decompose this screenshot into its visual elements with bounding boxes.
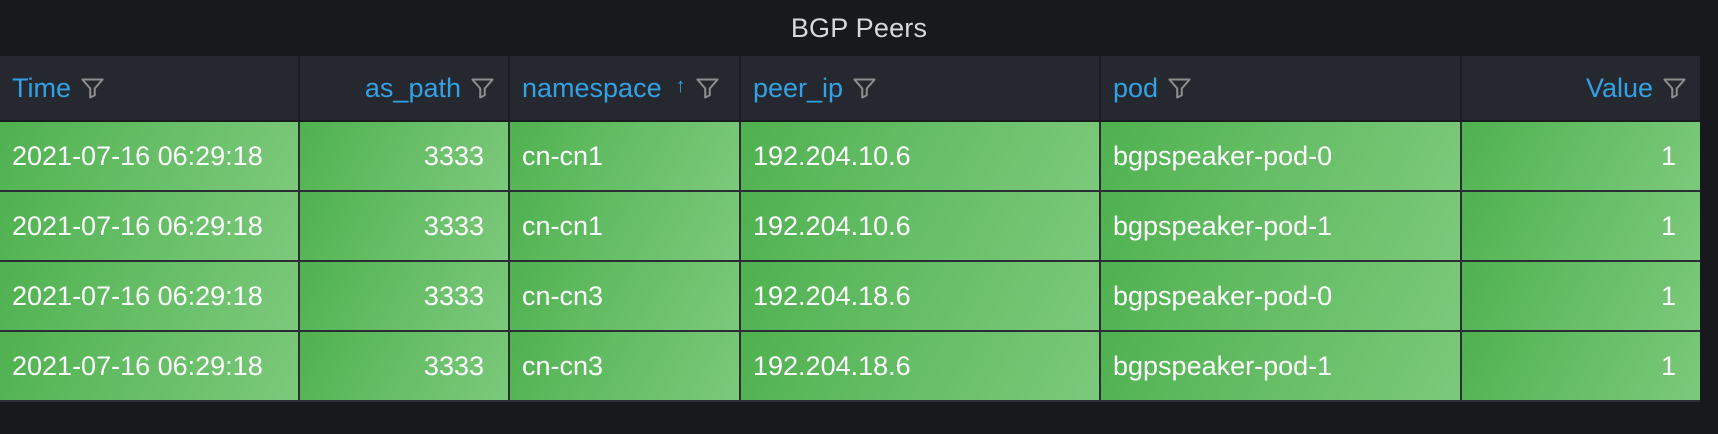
column-header-pod-content: pod (1113, 73, 1448, 104)
filter-icon[interactable] (469, 75, 496, 102)
sort-ascending-icon[interactable]: ↑ (676, 76, 686, 96)
cell-as-path: 3333 (299, 191, 510, 262)
cell-as-path: 3333 (299, 331, 510, 402)
cell-peer-ip: 192.204.10.6 (740, 191, 1101, 262)
column-label-time: Time (12, 72, 71, 103)
column-header-peer-ip[interactable]: peer_ip (740, 56, 1101, 122)
table-header-row: Time as_path namespace ↑ peer_ip pod Val… (0, 56, 1700, 122)
cell-value: 1 (1461, 331, 1700, 402)
cell-as-path: 3333 (299, 261, 510, 332)
cell-namespace: cn-cn1 (509, 121, 741, 192)
column-label-peer-ip: peer_ip (753, 72, 844, 103)
cell-pod: bgpspeaker-pod-0 (1100, 261, 1462, 332)
cell-peer-ip: 192.204.10.6 (740, 121, 1101, 192)
column-header-pod[interactable]: pod (1100, 56, 1462, 122)
table-body: 2021-07-16 06:29:18 3333 cn-cn1 192.204.… (0, 121, 1700, 402)
column-header-as-path[interactable]: as_path (299, 56, 510, 122)
panel-title-bar: BGP Peers (0, 10, 1718, 46)
table-row: 2021-07-16 06:29:18 3333 cn-cn3 192.204.… (0, 261, 1700, 332)
cell-time: 2021-07-16 06:29:18 (0, 331, 300, 402)
filter-icon[interactable] (694, 75, 721, 102)
bgp-peers-panel: BGP Peers Time as_path namespace ↑ peer_… (0, 0, 1718, 434)
table-row: 2021-07-16 06:29:18 3333 cn-cn3 192.204.… (0, 331, 1700, 402)
column-header-namespace-content: namespace ↑ (522, 73, 727, 104)
cell-time: 2021-07-16 06:29:18 (0, 261, 300, 332)
filter-icon[interactable] (79, 75, 106, 102)
filter-icon[interactable] (851, 75, 878, 102)
cell-as-path: 3333 (299, 121, 510, 192)
table-row: 2021-07-16 06:29:18 3333 cn-cn1 192.204.… (0, 121, 1700, 192)
column-header-value-content: Value (1474, 73, 1688, 104)
filter-icon[interactable] (1166, 75, 1193, 102)
cell-value: 1 (1461, 121, 1700, 192)
column-label-value: Value (1585, 72, 1653, 103)
column-label-pod: pod (1113, 72, 1159, 103)
column-label-as-path: as_path (364, 72, 461, 103)
cell-time: 2021-07-16 06:29:18 (0, 191, 300, 262)
column-header-peer-ip-content: peer_ip (753, 73, 1087, 104)
column-header-namespace[interactable]: namespace ↑ (509, 56, 741, 122)
column-label-namespace: namespace (522, 72, 662, 103)
cell-value: 1 (1461, 191, 1700, 262)
panel-title[interactable]: BGP Peers (791, 13, 927, 44)
cell-namespace: cn-cn1 (509, 191, 741, 262)
bgp-peers-table: Time as_path namespace ↑ peer_ip pod Val… (0, 56, 1700, 402)
column-header-time-content: Time (12, 73, 286, 104)
cell-pod: bgpspeaker-pod-1 (1100, 331, 1462, 402)
cell-namespace: cn-cn3 (509, 331, 741, 402)
cell-time: 2021-07-16 06:29:18 (0, 121, 300, 192)
cell-peer-ip: 192.204.18.6 (740, 261, 1101, 332)
table-header: Time as_path namespace ↑ peer_ip pod Val… (0, 56, 1700, 122)
cell-pod: bgpspeaker-pod-0 (1100, 121, 1462, 192)
column-header-value[interactable]: Value (1461, 56, 1700, 122)
filter-icon[interactable] (1661, 75, 1688, 102)
table-row: 2021-07-16 06:29:18 3333 cn-cn1 192.204.… (0, 191, 1700, 262)
cell-pod: bgpspeaker-pod-1 (1100, 191, 1462, 262)
cell-namespace: cn-cn3 (509, 261, 741, 332)
column-header-as-path-content: as_path (312, 73, 496, 104)
cell-value: 1 (1461, 261, 1700, 332)
column-header-time[interactable]: Time (0, 56, 300, 122)
cell-peer-ip: 192.204.18.6 (740, 331, 1101, 402)
